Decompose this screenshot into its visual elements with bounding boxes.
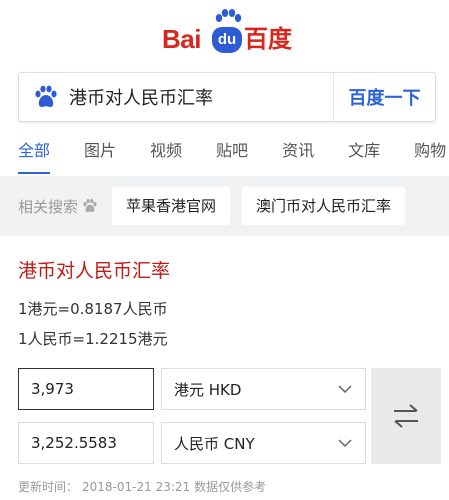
chevron-down-icon [338, 439, 352, 448]
related-label-text: 相关搜索 [18, 197, 79, 216]
rate-hkd-to-cny: 1港元=0.8187人民币 [18, 300, 168, 318]
swap-currency-button[interactable] [371, 368, 441, 464]
update-time: 2018-01-21 23:21 [82, 480, 191, 494]
tab-wenku[interactable]: 文库 [348, 128, 380, 174]
amount-to-input[interactable]: 3,252.5583 [18, 422, 154, 464]
chevron-down-icon [338, 385, 352, 394]
swap-arrows-icon [394, 404, 418, 428]
search-input[interactable] [69, 86, 319, 108]
tab-all[interactable]: 全部 [18, 128, 51, 174]
baidu-logo[interactable]: Bai du 百度 [0, 8, 449, 58]
rate-cny-to-hkd: 1人民币=1.2215港元 [18, 330, 168, 348]
update-label: 更新时间： [18, 480, 79, 494]
currency-to-label: 人民币 CNY [174, 434, 255, 453]
search-tabs: 全部 图片 视频 贴吧 资讯 文库 购物 [0, 128, 449, 174]
currency-from-label: 港元 HKD [174, 380, 242, 399]
related-item-mop-cny[interactable]: 澳门币对人民币汇率 [242, 187, 406, 225]
update-info: 更新时间： 2018-01-21 23:21 数据仅供参考 [18, 478, 270, 495]
logo-text-du: du [212, 27, 242, 53]
related-item-apple-hk[interactable]: 苹果香港官网 [112, 187, 231, 225]
related-searches-label: 相关搜索 [18, 196, 98, 217]
tab-tieba[interactable]: 贴吧 [216, 128, 248, 174]
currency-from-select[interactable]: 港元 HKD [161, 368, 366, 410]
logo-text-bai: Bai [162, 24, 201, 54]
tab-shopping[interactable]: 购物 [414, 128, 446, 174]
paw-icon [83, 198, 97, 213]
tab-images[interactable]: 图片 [84, 128, 116, 174]
result-title[interactable]: 港币对人民币汇率 [18, 256, 170, 283]
search-bar: 百度一下 [18, 72, 436, 122]
amount-from-input[interactable]: 3,973 [18, 368, 154, 410]
related-searches: 相关搜索 苹果香港官网 澳门币对人民币汇率 [0, 176, 449, 236]
currency-to-select[interactable]: 人民币 CNY [161, 422, 366, 464]
paw-logo-icon [215, 9, 242, 22]
search-button[interactable]: 百度一下 [333, 73, 435, 121]
baidu-paw-icon [35, 85, 57, 107]
tab-news[interactable]: 资讯 [282, 128, 314, 174]
logo-text-cn: 百度 [244, 25, 292, 53]
tab-video[interactable]: 视频 [150, 128, 182, 174]
disclaimer: 数据仅供参考 [194, 480, 267, 494]
